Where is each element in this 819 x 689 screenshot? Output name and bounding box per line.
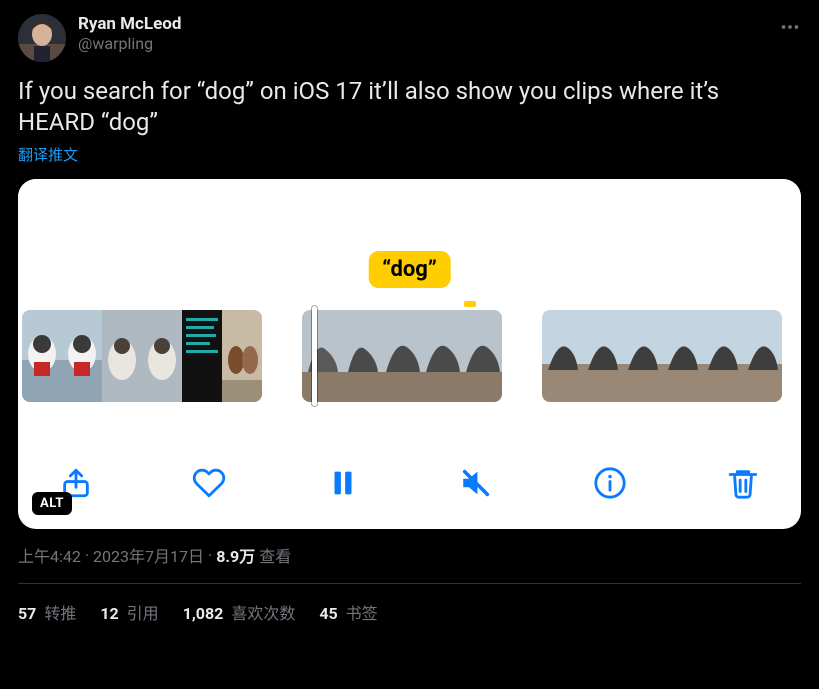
display-name: Ryan McLeod <box>78 14 767 34</box>
quotes-label: 引用 <box>123 604 159 623</box>
alt-badge[interactable]: ALT <box>32 492 72 515</box>
timeline-thumb <box>542 310 582 402</box>
timeline-thumb <box>422 310 462 402</box>
tweet-date[interactable]: 2023年7月17日 <box>93 543 204 567</box>
timeline-thumb <box>222 310 262 402</box>
clip-group[interactable] <box>22 310 262 402</box>
timeline-thumb <box>302 310 342 402</box>
quotes-stat[interactable]: 12 引用 <box>100 600 158 624</box>
media-card[interactable]: “dog” <box>18 179 801 529</box>
timeline-thumb <box>622 310 662 402</box>
bookmarks-label: 书签 <box>342 604 378 623</box>
clip-group[interactable] <box>542 310 782 402</box>
handle: @warpling <box>78 34 767 53</box>
timeline-thumb <box>182 310 222 402</box>
timeline-thumb <box>702 310 742 402</box>
tweet-stats: 57 转推 12 引用 1,082 喜欢次数 45 书签 <box>18 600 801 639</box>
meta-dot: · <box>85 546 89 565</box>
mute-icon[interactable] <box>458 465 494 501</box>
views-label: 查看 <box>259 543 291 567</box>
timeline-thumb <box>342 310 382 402</box>
retweets-stat[interactable]: 57 转推 <box>18 600 76 624</box>
timeline-thumb <box>742 310 782 402</box>
info-icon[interactable] <box>592 465 628 501</box>
views-count: 8.9万 <box>216 543 255 567</box>
meta-dot: · <box>208 546 212 565</box>
search-bubble: “dog” <box>368 251 451 288</box>
translate-link[interactable]: 翻译推文 <box>18 144 78 165</box>
pause-icon[interactable] <box>325 465 361 501</box>
likes-label: 喜欢次数 <box>227 604 295 623</box>
author-names[interactable]: Ryan McLeod @warpling <box>78 14 767 54</box>
clip-group[interactable] <box>302 310 502 402</box>
tweet-meta: 上午4:42 · 2023年7月17日 · 8.9万 查看 <box>18 543 801 584</box>
heart-icon[interactable] <box>191 465 227 501</box>
likes-stat[interactable]: 1,082 喜欢次数 <box>183 600 296 624</box>
quotes-count: 12 <box>100 604 118 623</box>
retweets-label: 转推 <box>40 604 76 623</box>
player-controls <box>18 443 801 529</box>
playhead-marker <box>464 301 476 307</box>
timeline-thumb <box>102 310 142 402</box>
timeline-thumb <box>22 310 62 402</box>
tweet-container: Ryan McLeod @warpling If you search for … <box>0 0 819 639</box>
timeline-thumb <box>382 310 422 402</box>
retweets-count: 57 <box>18 604 36 623</box>
timeline-thumb <box>462 310 502 402</box>
timeline-thumb <box>62 310 102 402</box>
more-icon[interactable] <box>779 14 801 38</box>
bookmarks-stat[interactable]: 45 书签 <box>319 600 377 624</box>
tweet-time[interactable]: 上午4:42 <box>18 543 81 567</box>
bookmarks-count: 45 <box>319 604 337 623</box>
tweet-text: If you search for “dog” on iOS 17 it’ll … <box>18 76 801 138</box>
trash-icon[interactable] <box>725 465 761 501</box>
timeline-thumb <box>582 310 622 402</box>
playhead-icon[interactable] <box>312 306 317 406</box>
media-preview: “dog” <box>18 179 801 443</box>
timeline-thumb <box>142 310 182 402</box>
video-timeline[interactable] <box>18 310 801 402</box>
likes-count: 1,082 <box>183 604 224 623</box>
tweet-header: Ryan McLeod @warpling <box>18 14 801 62</box>
timeline-thumb <box>662 310 702 402</box>
avatar[interactable] <box>18 14 66 62</box>
